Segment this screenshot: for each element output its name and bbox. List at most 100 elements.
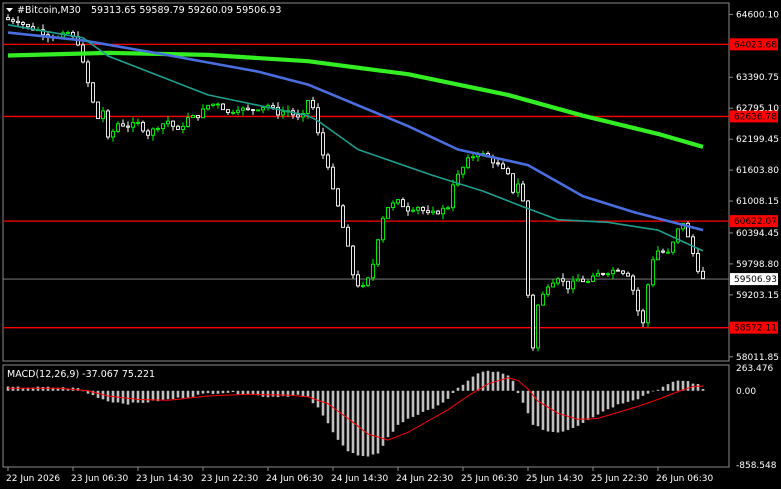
candle-body (441, 207, 445, 215)
candle-body (246, 107, 250, 110)
candles (6, 14, 705, 352)
price-tick-label-7: 59798.80 (736, 260, 779, 270)
macd-bar (621, 390, 625, 404)
candle-body (626, 272, 630, 277)
macd-bar (596, 390, 600, 415)
macd-bar (626, 390, 630, 402)
macd-bar (271, 390, 275, 397)
macd-bar (216, 390, 220, 394)
macd-bar (471, 376, 475, 391)
candle-body (671, 241, 675, 253)
level-label-2: 60622.07 (734, 217, 777, 227)
candle-body (581, 278, 585, 283)
macd-bar (411, 390, 415, 417)
macd-bar (396, 390, 400, 425)
macd-bar (431, 390, 435, 409)
candle-body (336, 188, 340, 207)
candle-body (446, 207, 450, 210)
time-tick-label-1: 23 Jun 06:30 (71, 474, 128, 484)
macd-bar (491, 371, 495, 391)
macd-bar (601, 390, 605, 412)
price-chart[interactable]: 64023.6862636.7860622.0758572.1159506.93… (0, 0, 781, 489)
candle-body (451, 184, 455, 209)
candle-body (6, 17, 10, 21)
candle-body (696, 253, 700, 272)
candle-body (306, 99, 310, 114)
candle-body (136, 121, 140, 124)
candle-body (701, 270, 705, 279)
macd-bar (421, 390, 425, 412)
candle-body (191, 115, 195, 119)
macd-bar (561, 390, 565, 432)
macd-bar (391, 390, 395, 432)
macd-bar (451, 390, 455, 393)
macd-bar (316, 390, 320, 408)
macd-bar (441, 390, 445, 403)
macd-header: MACD(12,26,9) -37.067 75.221 (7, 369, 155, 380)
macd-bar (366, 390, 370, 457)
macd-bar (401, 390, 405, 423)
macd-bar (331, 390, 335, 433)
macd-bar (211, 390, 215, 395)
macd-bar (191, 390, 195, 397)
time-tick-label-3: 23 Jun 22:30 (201, 474, 258, 484)
triangle-down-icon[interactable] (6, 8, 13, 12)
macd-bar (566, 390, 570, 430)
macd-bar (186, 390, 190, 398)
price-tick-label-3: 62199.45 (736, 135, 779, 145)
candle-body (351, 245, 355, 276)
macd-bar (541, 390, 545, 430)
candle-body (256, 109, 260, 112)
candle-body (586, 280, 590, 283)
candle-body (161, 123, 165, 129)
candle-body (611, 269, 615, 275)
candle-body (231, 111, 235, 114)
macd-bar (646, 390, 650, 394)
macd-tick-label-1: 0.00 (736, 387, 756, 397)
candle-body (91, 82, 95, 103)
candle-body (121, 123, 125, 127)
macd-bar (221, 390, 225, 394)
candle-body (331, 166, 335, 190)
time-tick-label-4: 24 Jun 06:30 (266, 474, 323, 484)
macd-bar (611, 390, 615, 408)
macd-bar (476, 373, 480, 391)
candle-body (431, 210, 435, 214)
macd-bar (346, 390, 350, 452)
macd-bar (676, 380, 680, 391)
candle-body (146, 130, 150, 136)
candle-body (421, 206, 425, 212)
candle-body (616, 269, 620, 272)
candle-body (341, 205, 345, 228)
macd-bar (296, 390, 300, 395)
macd-bar (341, 390, 345, 446)
macd-bar (41, 386, 45, 391)
price-tick-label-1: 63390.75 (736, 73, 779, 83)
macd-bar (166, 390, 170, 400)
price-tick-label-9: 58011.85 (736, 353, 779, 363)
candle-body (426, 210, 430, 214)
candle-body (531, 294, 535, 349)
macd-bar (656, 389, 660, 391)
macd-tick-label-0: 263.476 (736, 364, 773, 374)
candle-body (576, 278, 580, 282)
macd-plot-frame (2, 364, 730, 468)
macd-bar (671, 381, 675, 391)
candle-body (566, 280, 570, 290)
macd-bar (96, 390, 100, 398)
candle-body (326, 154, 330, 168)
price-tick-label-4: 61603.80 (736, 166, 779, 176)
price-tick-label-6: 60394.45 (736, 229, 779, 239)
macd-bar (171, 390, 175, 399)
candle-body (546, 286, 550, 295)
time-tick-label-0: 22 Jun 2026 (6, 474, 60, 484)
candle-body (211, 103, 215, 106)
candle-body (406, 206, 410, 212)
candle-body (596, 272, 600, 277)
macd-bar (361, 390, 365, 457)
macd-bar (586, 390, 590, 420)
macd-bar (511, 380, 515, 391)
macd-bar (181, 390, 185, 399)
macd-bar (536, 390, 540, 427)
candle-body (436, 210, 440, 215)
